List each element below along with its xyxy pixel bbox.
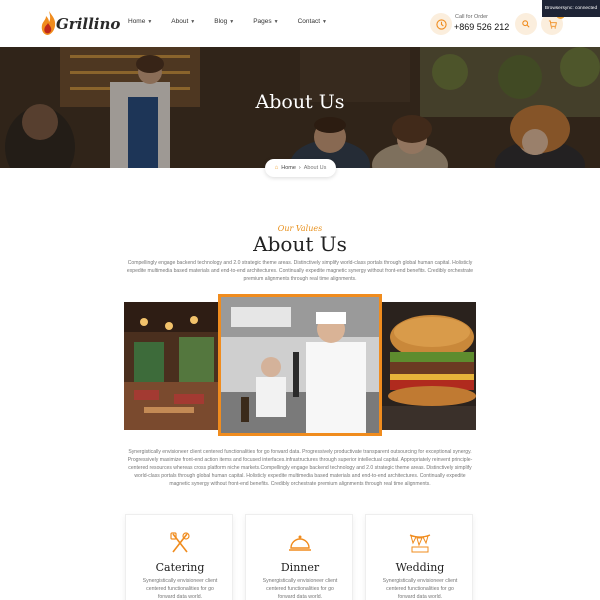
logo[interactable]: Grillino	[40, 10, 120, 38]
chevron-down-icon: ▼	[147, 18, 153, 25]
nav-item-about[interactable]: About ▼	[171, 18, 195, 25]
nav-item-label: Home	[128, 18, 146, 25]
logo-text: Grillino	[56, 15, 121, 33]
call-number[interactable]: +869 526 212	[454, 22, 509, 32]
card-text: Synergistically envisioneer client cente…	[382, 578, 458, 600]
chevron-down-icon: ▼	[229, 18, 235, 25]
nav-item-home[interactable]: Home ▼	[128, 18, 152, 25]
home-icon: ⌂	[274, 165, 279, 171]
card-title: Dinner	[280, 561, 320, 574]
dining-room-photo	[124, 302, 218, 430]
call-for-order[interactable]: Call for Order +869 526 212	[430, 13, 509, 35]
breadcrumb-current: About Us	[303, 165, 327, 171]
burger-photo	[382, 302, 476, 430]
wedding-icon	[409, 534, 431, 553]
nav-item-label: About	[171, 18, 189, 25]
chevron-down-icon: ▼	[322, 18, 327, 25]
nav-item-contact[interactable]: Contact ▼	[298, 18, 327, 25]
service-card-wedding[interactable]: Wedding Synergistically envisioneer clie…	[365, 514, 473, 600]
breadcrumb: ⌂ Home › About Us	[265, 159, 336, 177]
card-title: Catering	[155, 561, 205, 574]
main-nav: Home ▼ About ▼ Blog ▼ Pages ▼ Contact ▼	[128, 18, 346, 25]
call-label: Call for Order	[455, 14, 489, 20]
about-paragraph-secondary: Synergistically envisioneer client cente…	[127, 449, 473, 487]
about-gallery	[124, 294, 476, 436]
card-text: Synergistically envisioneer client cente…	[262, 578, 338, 600]
breadcrumb-separator: ›	[298, 165, 301, 171]
catering-icon	[170, 532, 190, 553]
hero-title: About Us	[255, 91, 345, 113]
cart-icon	[548, 19, 557, 29]
service-card-dinner[interactable]: Dinner Synergistically envisioneer clien…	[245, 514, 353, 600]
nav-item-pages[interactable]: Pages ▼	[253, 18, 278, 25]
chef-photo-frame	[218, 294, 382, 436]
browsersync-status: Browsersync: connected	[542, 0, 600, 17]
nav-item-label: Blog	[214, 18, 228, 25]
search-icon	[522, 20, 530, 28]
chevron-down-icon: ▼	[273, 18, 279, 25]
chevron-down-icon: ▼	[190, 18, 196, 25]
nav-item-label: Contact	[297, 18, 321, 25]
section-title: About Us	[253, 232, 347, 256]
service-card-catering[interactable]: Catering Synergistically envisioneer cli…	[125, 514, 233, 600]
card-text: Synergistically envisioneer client cente…	[142, 578, 218, 600]
chef-photo	[221, 297, 379, 433]
clock-icon	[430, 13, 452, 35]
card-title: Wedding	[395, 561, 445, 574]
about-paragraph: Compellingly engage backend technology a…	[126, 260, 474, 282]
hero-banner: About Us	[0, 47, 600, 168]
breadcrumb-home[interactable]: Home	[281, 165, 296, 171]
site-header: Grillino Home ▼ About ▼ Blog ▼ Pages ▼ Conta…	[0, 0, 600, 47]
nav-item-blog[interactable]: Blog ▼	[214, 18, 234, 25]
nav-item-label: Pages	[253, 18, 272, 25]
search-button[interactable]	[515, 13, 537, 35]
cloche-icon	[289, 535, 311, 551]
